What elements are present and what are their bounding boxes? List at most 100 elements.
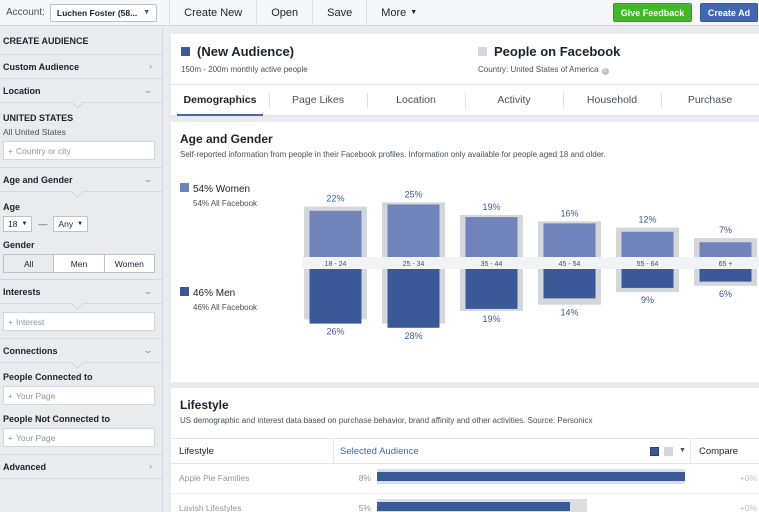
people-connected-label: People Connected to (3, 372, 93, 382)
col-divider (333, 439, 334, 463)
chevron-down-icon: ⌄ (142, 85, 154, 95)
compare-title: People on Facebook (494, 44, 621, 59)
row-pct: 5% (358, 503, 371, 512)
category-label: 65 + (719, 261, 733, 268)
interests-row[interactable]: Interests ⌄ (0, 280, 162, 310)
women-value-label: 7% (719, 225, 732, 235)
tab-purchase[interactable]: Purchase (661, 85, 759, 115)
age-max-select[interactable]: Any ▼ (53, 216, 89, 232)
not-connected-page-placeholder: Your Page (15, 432, 56, 443)
category-band (302, 257, 759, 269)
chevron-down-icon: ⌄ (142, 345, 154, 355)
open-label: Open (271, 6, 299, 19)
country-input[interactable]: + Country or city (3, 141, 155, 160)
main-panel: (New Audience) 150m - 200m monthly activ… (171, 34, 759, 512)
compare-subtitle: Country: United States of America (478, 65, 599, 74)
men-bar (621, 269, 674, 288)
tab-demographics[interactable]: Demographics (171, 85, 269, 116)
caret-down-icon: ▼ (21, 221, 28, 227)
save-menu[interactable]: Save (312, 0, 366, 26)
table-row[interactable]: Lavish Lifestyles 5% +0% (171, 494, 759, 512)
category-label: 55 - 64 (637, 261, 659, 268)
col-selected-audience[interactable]: Selected Audience (340, 446, 419, 457)
location-row[interactable]: Location ⌄ (0, 79, 162, 109)
account-label: Account: (6, 7, 45, 18)
connections-row[interactable]: Connections ⌄ (0, 339, 162, 369)
lifestyle-table-header: Lifestyle Selected Audience ▼ Compare (171, 438, 759, 464)
men-bar (465, 269, 518, 309)
tab-household[interactable]: Household (563, 85, 661, 115)
chevron-down-icon: ⌄ (142, 286, 154, 296)
age-label: Age (3, 202, 21, 212)
bar-view-icon[interactable] (650, 447, 659, 456)
women-bar (309, 210, 362, 257)
category-label: 25 - 34 (403, 261, 425, 268)
category-label: 45 - 54 (559, 261, 581, 268)
connected-page-input[interactable]: + Your Page (3, 386, 155, 405)
age-min-select[interactable]: 18 ▼ (3, 216, 33, 232)
women-value-label: 16% (560, 208, 578, 218)
more-label: More (381, 6, 407, 19)
men-value-label: 9% (641, 295, 654, 305)
men-value-label: 14% (560, 308, 578, 318)
view-caret-icon[interactable]: ▼ (679, 447, 686, 454)
age-gender-label: Age and Gender (3, 174, 73, 185)
list-view-icon[interactable] (664, 447, 673, 456)
row-pct: 8% (358, 473, 371, 483)
open-menu[interactable]: Open (256, 0, 312, 26)
gender-men-button[interactable]: Men (54, 254, 105, 273)
gender-all-button[interactable]: All (3, 254, 55, 273)
create-new-menu[interactable]: Create New (169, 0, 256, 26)
row-compare: +0% (739, 473, 757, 483)
men-value-label: 28% (404, 331, 422, 341)
plus-icon: + (8, 390, 13, 401)
save-label: Save (327, 6, 353, 19)
interest-placeholder: Interest (15, 316, 45, 327)
men-bar (387, 269, 440, 328)
row-bar (377, 502, 570, 511)
caret-down-icon: ▼ (143, 9, 151, 16)
women-bar (621, 231, 674, 257)
audience-subtitle: 150m - 200m monthly active people (181, 65, 308, 74)
more-menu[interactable]: More ▼ (366, 0, 431, 26)
compare-swatch (478, 47, 487, 56)
col-compare[interactable]: Compare (699, 446, 738, 457)
row-label: Lavish Lifestyles (179, 503, 242, 512)
advanced-row[interactable]: Advanced › (0, 455, 162, 479)
chevron-right-icon: › (149, 61, 152, 71)
plus-icon: + (8, 316, 13, 327)
give-feedback-button[interactable]: Give Feedback (613, 3, 692, 22)
plus-icon: + (8, 432, 13, 443)
women-bar (699, 242, 752, 257)
info-icon[interactable]: i (601, 68, 609, 75)
gender-label: Gender (3, 240, 35, 250)
tab-bar: Demographics Page Likes Location Activit… (171, 85, 759, 116)
tab-activity[interactable]: Activity (465, 85, 563, 115)
account-value: Luchen Foster (58... (56, 7, 138, 18)
table-row[interactable]: Apple Pie Families 8% +0% (171, 464, 759, 494)
age-max-value: Any (58, 219, 74, 229)
men-value-label: 26% (326, 327, 344, 337)
age-gender-chart: 22% 26% 18 - 24 25% 28% 25 - 34 19% 19% 35 - 44 1… (302, 189, 759, 341)
country-heading: UNITED STATES (3, 113, 74, 123)
account-select[interactable]: Luchen Foster (58... ▼ (49, 3, 158, 22)
col-lifestyle[interactable]: Lifestyle (179, 446, 214, 457)
custom-audience-label: Custom Audience (3, 61, 80, 72)
not-connected-page-input[interactable]: + Your Page (3, 428, 155, 447)
lifestyle-description: US demographic and interest data based o… (180, 416, 593, 425)
age-gender-section: Age and Gender Self-reported information… (171, 122, 759, 382)
men-value-label: 19% (482, 314, 500, 324)
gender-women-button[interactable]: Women (104, 254, 155, 273)
connections-label: Connections (3, 345, 58, 356)
tab-page-likes[interactable]: Page Likes (269, 85, 367, 115)
custom-audience-row[interactable]: Custom Audience › (0, 55, 162, 79)
women-value-label: 12% (638, 215, 656, 225)
age-gender-row[interactable]: Age and Gender ⌄ (0, 168, 162, 198)
tab-location[interactable]: Location (367, 85, 465, 115)
selected-audience: (New Audience) 150m - 200m monthly activ… (181, 44, 308, 74)
interest-input[interactable]: + Interest (3, 312, 155, 331)
create-new-label: Create New (184, 6, 243, 19)
interests-label: Interests (3, 286, 41, 297)
age-min-value: 18 (8, 219, 18, 229)
create-ad-button[interactable]: Create Ad (700, 3, 758, 22)
